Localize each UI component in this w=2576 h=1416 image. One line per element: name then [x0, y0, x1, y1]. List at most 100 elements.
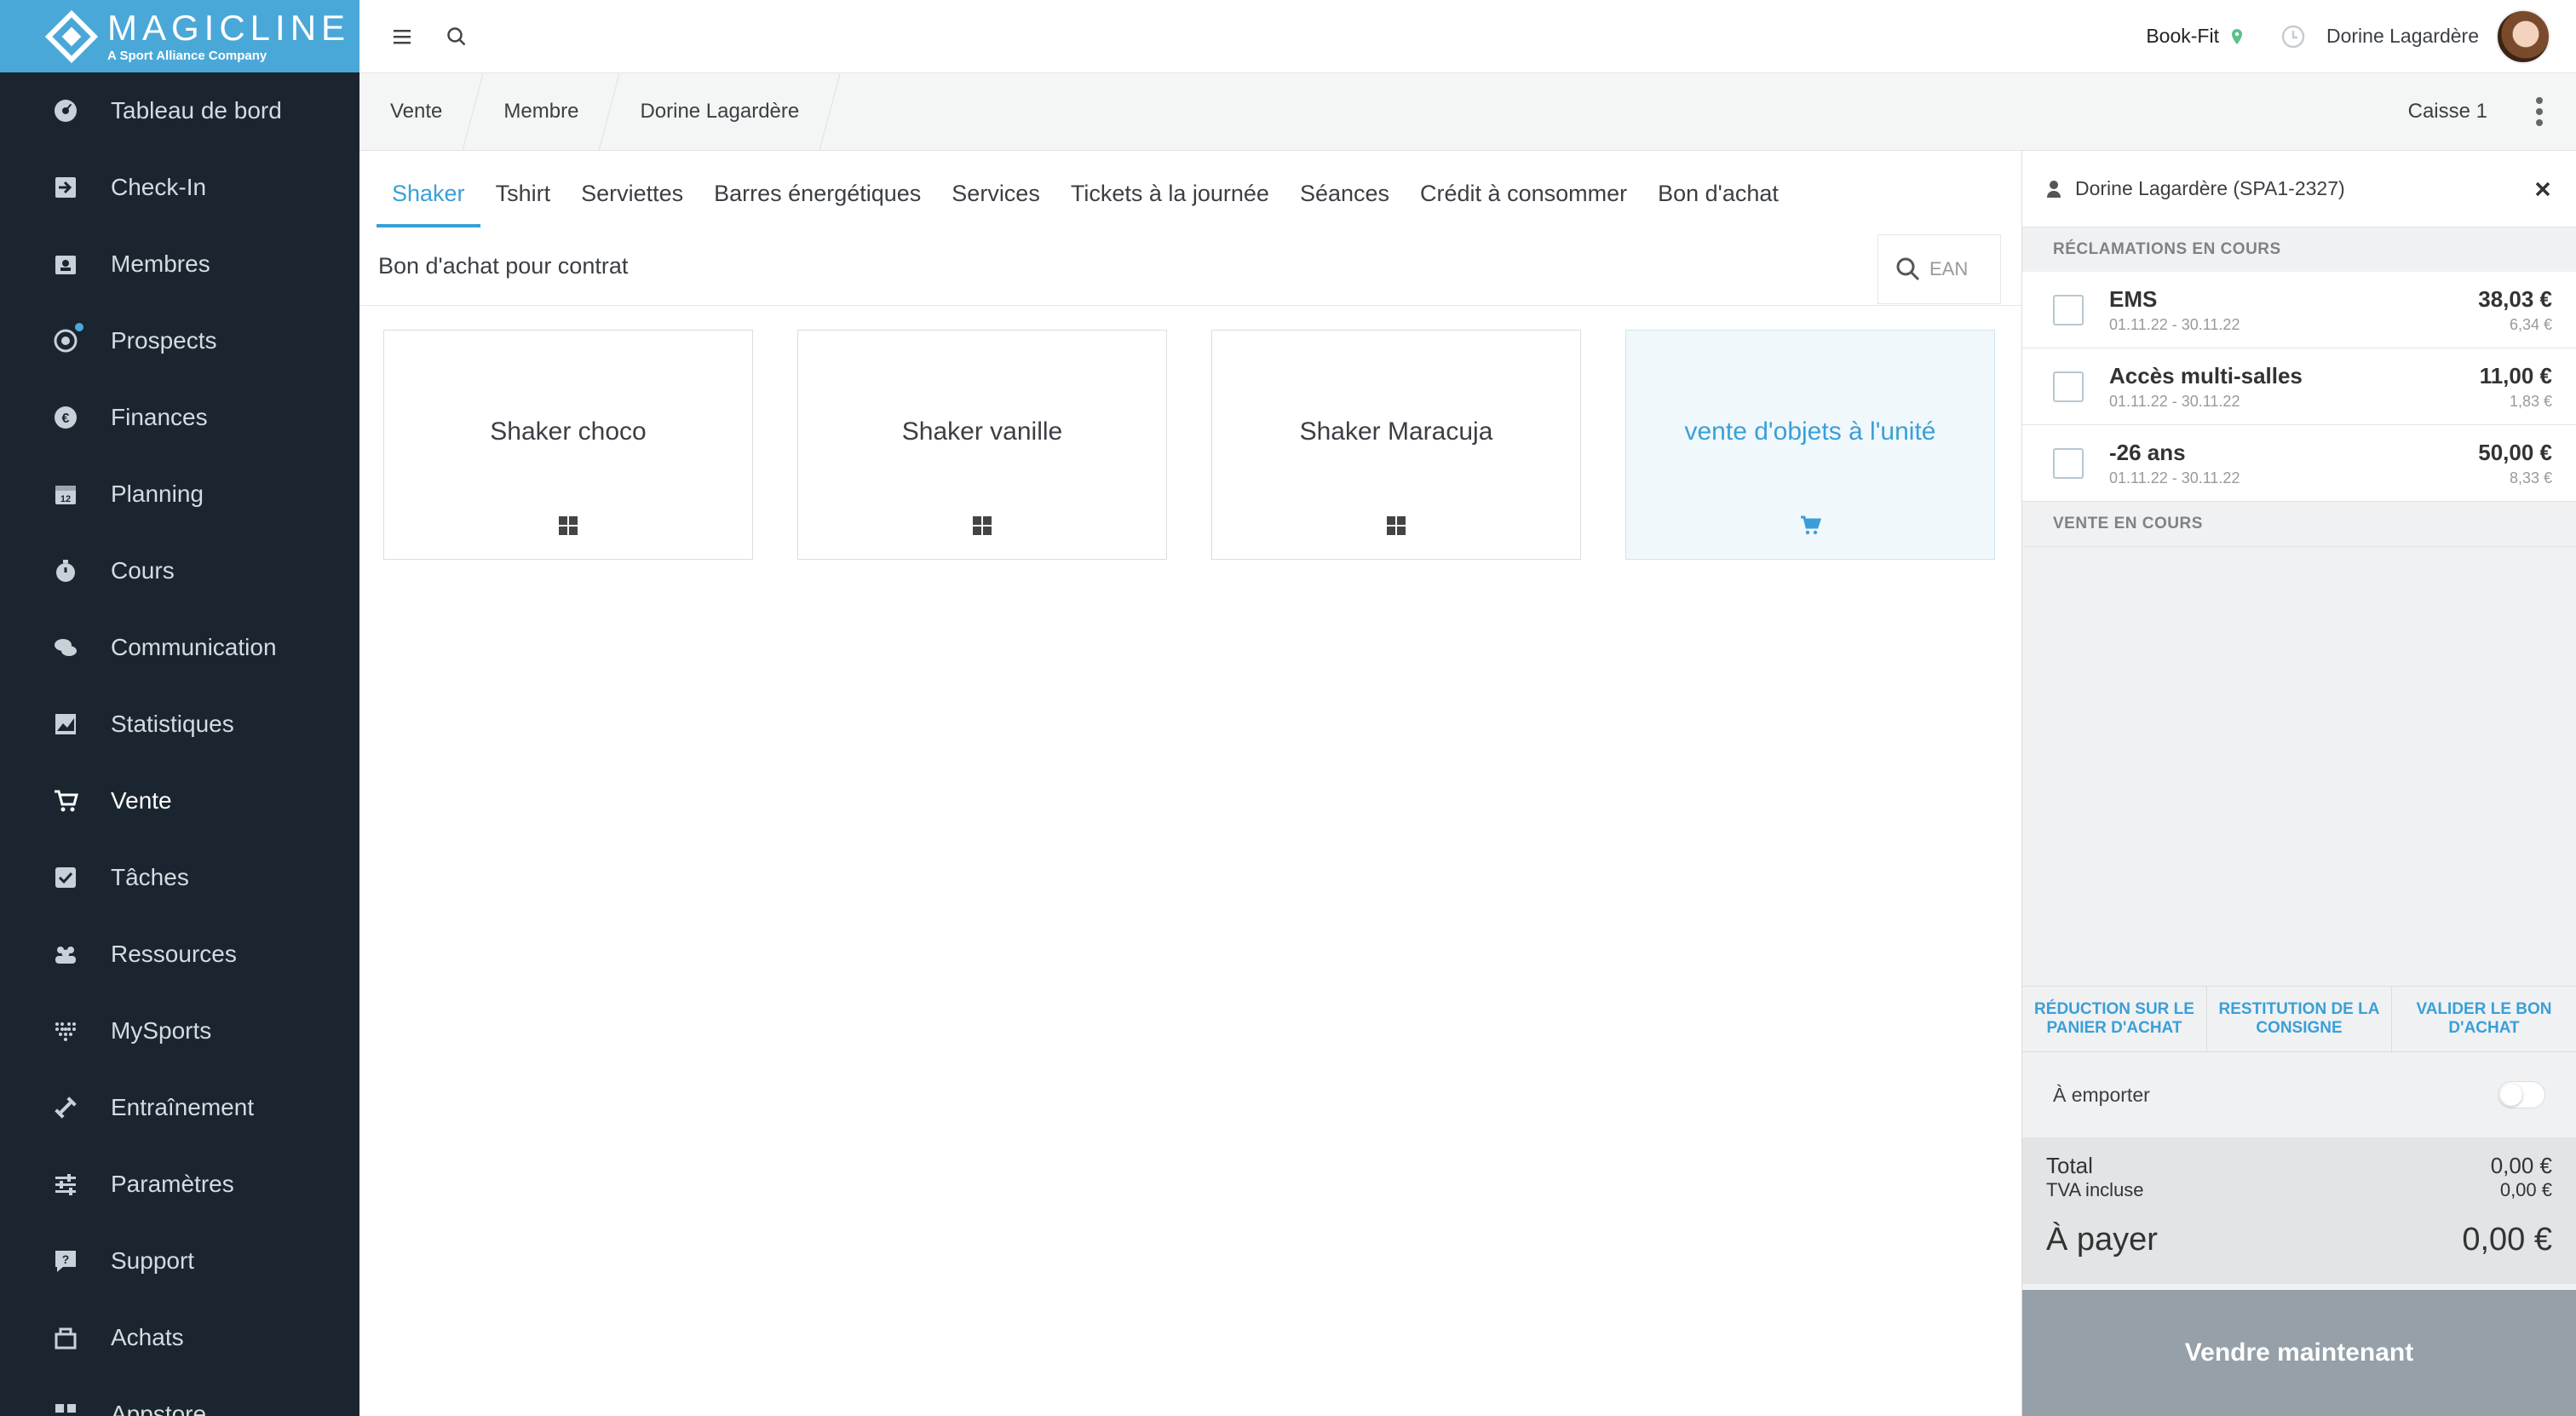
clock-icon[interactable]: [2280, 24, 2306, 49]
vat-value: 0,00 €: [2499, 1179, 2552, 1200]
location-pin-icon: [2231, 28, 2242, 44]
sidebar-item-vente[interactable]: Vente: [0, 763, 359, 839]
magicline-logo-icon: [44, 9, 99, 64]
sell-now-button[interactable]: Vendre maintenant: [2022, 1290, 2576, 1416]
product-card-single-item-sale[interactable]: vente d'objets à l'unité: [1625, 330, 1995, 560]
cart-discount-button[interactable]: Réduction sur le panier d'achat: [2022, 987, 2207, 1051]
more-options-icon[interactable]: [2535, 97, 2544, 126]
product-grid: Shaker choco Shaker vanille Shaker Marac…: [359, 306, 2021, 584]
sidebar-item-planning[interactable]: 12 Planning: [0, 456, 359, 532]
amount-due-value: 0,00 €: [2462, 1222, 2552, 1258]
subcategory-voucher-contract[interactable]: Bon d'achat pour contrat: [378, 253, 628, 279]
sidebar-item-membres[interactable]: Membres: [0, 226, 359, 302]
grid-icon: [973, 516, 992, 535]
mysports-icon: [51, 1016, 80, 1045]
sidebar-item-check-in[interactable]: Check-In: [0, 149, 359, 226]
sidebar-item-mysports[interactable]: MySports: [0, 993, 359, 1069]
claim-row: -26 ans 01.11.22 - 30.11.22 50,00 € 8,33…: [2022, 425, 2576, 502]
tab-bon-d-achat[interactable]: Bon d'achat: [1642, 181, 1794, 227]
brand-logo[interactable]: MAGICLINE A Sport Alliance Company: [0, 0, 359, 72]
close-icon[interactable]: [2533, 180, 2552, 199]
claim-checkbox[interactable]: [2053, 447, 2084, 479]
check-in-icon: [51, 173, 80, 202]
amount-due-label: À payer: [2046, 1222, 2158, 1258]
claim-checkbox[interactable]: [2053, 294, 2084, 325]
validate-voucher-button[interactable]: Valider le bon d'achat: [2392, 987, 2576, 1051]
sales-main: Shaker Tshirt Serviettes Barres énergéti…: [359, 151, 2021, 1416]
user-avatar[interactable]: [2496, 9, 2550, 64]
cart-icon: [1801, 515, 1821, 535]
tab-tickets-journee[interactable]: Tickets à la journée: [1055, 181, 1285, 227]
dashboard-icon: [51, 96, 80, 125]
deposit-refund-button[interactable]: Restitution de la consigne: [2207, 987, 2392, 1051]
sidebar-item-label: Membres: [111, 250, 210, 277]
search-icon: [1896, 257, 1920, 281]
claim-row: Accès multi-salles 01.11.22 - 30.11.22 1…: [2022, 348, 2576, 425]
euro-icon: €: [51, 403, 80, 432]
product-card[interactable]: Shaker Maracuja: [1211, 330, 1581, 560]
vat-label: TVA incluse: [2046, 1179, 2144, 1200]
claim-title: EMS: [2109, 285, 2158, 312]
sidebar-item-taches[interactable]: Tâches: [0, 839, 359, 916]
ean-search-field[interactable]: EAN: [1877, 234, 2001, 304]
sidebar-item-appstore[interactable]: Appstore: [0, 1376, 359, 1416]
sidebar-item-label: Check-In: [111, 174, 207, 200]
brand-tagline: A Sport Alliance Company: [107, 49, 267, 63]
sidebar-item-prospects[interactable]: Prospects: [0, 302, 359, 379]
product-card[interactable]: Shaker choco: [383, 330, 753, 560]
grid-icon: [559, 516, 578, 535]
tab-credit-a-consommer[interactable]: Crédit à consommer: [1405, 181, 1642, 227]
sidebar-item-communication[interactable]: Communication: [0, 609, 359, 686]
tab-services[interactable]: Services: [936, 181, 1055, 227]
global-search-button[interactable]: [440, 20, 474, 54]
claim-tax: 6,34 €: [2509, 315, 2552, 333]
breadcrumb-item-vente[interactable]: Vente: [359, 73, 484, 150]
appstore-icon: [51, 1400, 80, 1416]
sidebar-item-finances[interactable]: € Finances: [0, 379, 359, 456]
subcategory-bar: Bon d'achat pour contrat EAN: [359, 227, 2021, 306]
sidebar-item-label: Achats: [111, 1324, 184, 1350]
stopwatch-icon: [51, 556, 80, 585]
tab-barres-energetiques[interactable]: Barres énergétiques: [699, 181, 936, 227]
sidebar-item-support[interactable]: ? Support: [0, 1223, 359, 1299]
sidebar: MAGICLINE A Sport Alliance Company Table…: [0, 0, 359, 1416]
dumbbell-icon: [51, 1093, 80, 1122]
sidebar-item-label: Planning: [111, 481, 204, 507]
sidebar-item-ressources[interactable]: Ressources: [0, 916, 359, 993]
sidebar-item-achats[interactable]: Achats: [0, 1299, 359, 1376]
sidebar-item-cours[interactable]: Cours: [0, 532, 359, 609]
sidebar-item-label: Vente: [111, 787, 172, 814]
product-card[interactable]: Shaker vanille: [797, 330, 1167, 560]
resources-icon: [51, 940, 80, 969]
takeaway-toggle[interactable]: [2498, 1081, 2545, 1108]
claim-title: Accès multi-salles: [2109, 362, 2303, 389]
tab-shaker[interactable]: Shaker: [377, 181, 480, 227]
studio-selector[interactable]: Book-Fit: [2146, 25, 2246, 48]
product-name: vente d'objets à l'unité: [1684, 417, 1936, 446]
product-name: Shaker choco: [490, 417, 647, 446]
claim-dates: 01.11.22 - 30.11.22: [2109, 469, 2240, 486]
sidebar-item-tableau-de-bord[interactable]: Tableau de bord: [0, 72, 359, 149]
current-user-name[interactable]: Dorine Lagardère: [2326, 25, 2479, 48]
sidebar-item-parametres[interactable]: Paramètres: [0, 1146, 359, 1223]
sidebar-item-statistiques[interactable]: Statistiques: [0, 686, 359, 763]
breadcrumb-item-member-name[interactable]: Dorine Lagardère: [609, 73, 841, 150]
tab-tshirt[interactable]: Tshirt: [480, 181, 566, 227]
tab-serviettes[interactable]: Serviettes: [566, 181, 699, 227]
claim-title: -26 ans: [2109, 439, 2186, 465]
customer-name[interactable]: Dorine Lagardère (SPA1-2327): [2075, 177, 2345, 200]
product-name: Shaker vanille: [901, 417, 1063, 446]
sidebar-item-entrainement[interactable]: Entraînement: [0, 1069, 359, 1146]
breadcrumb-item-membre[interactable]: Membre: [473, 73, 620, 150]
prospects-icon: [51, 321, 85, 355]
support-icon: ?: [51, 1246, 80, 1275]
menu-toggle-button[interactable]: [385, 20, 419, 54]
claim-checkbox[interactable]: [2053, 371, 2084, 402]
sidebar-item-label: Statistiques: [111, 711, 234, 737]
customer-header: Dorine Lagardère (SPA1-2327): [2022, 151, 2576, 227]
top-bar: Book-Fit Dorine Lagardère: [359, 0, 2576, 72]
register-label[interactable]: Caisse 1: [2408, 100, 2487, 124]
search-icon: [447, 26, 466, 45]
tab-seances[interactable]: Séances: [1285, 181, 1405, 227]
cart-panel: Dorine Lagardère (SPA1-2327) Réclamation…: [2021, 151, 2576, 1416]
